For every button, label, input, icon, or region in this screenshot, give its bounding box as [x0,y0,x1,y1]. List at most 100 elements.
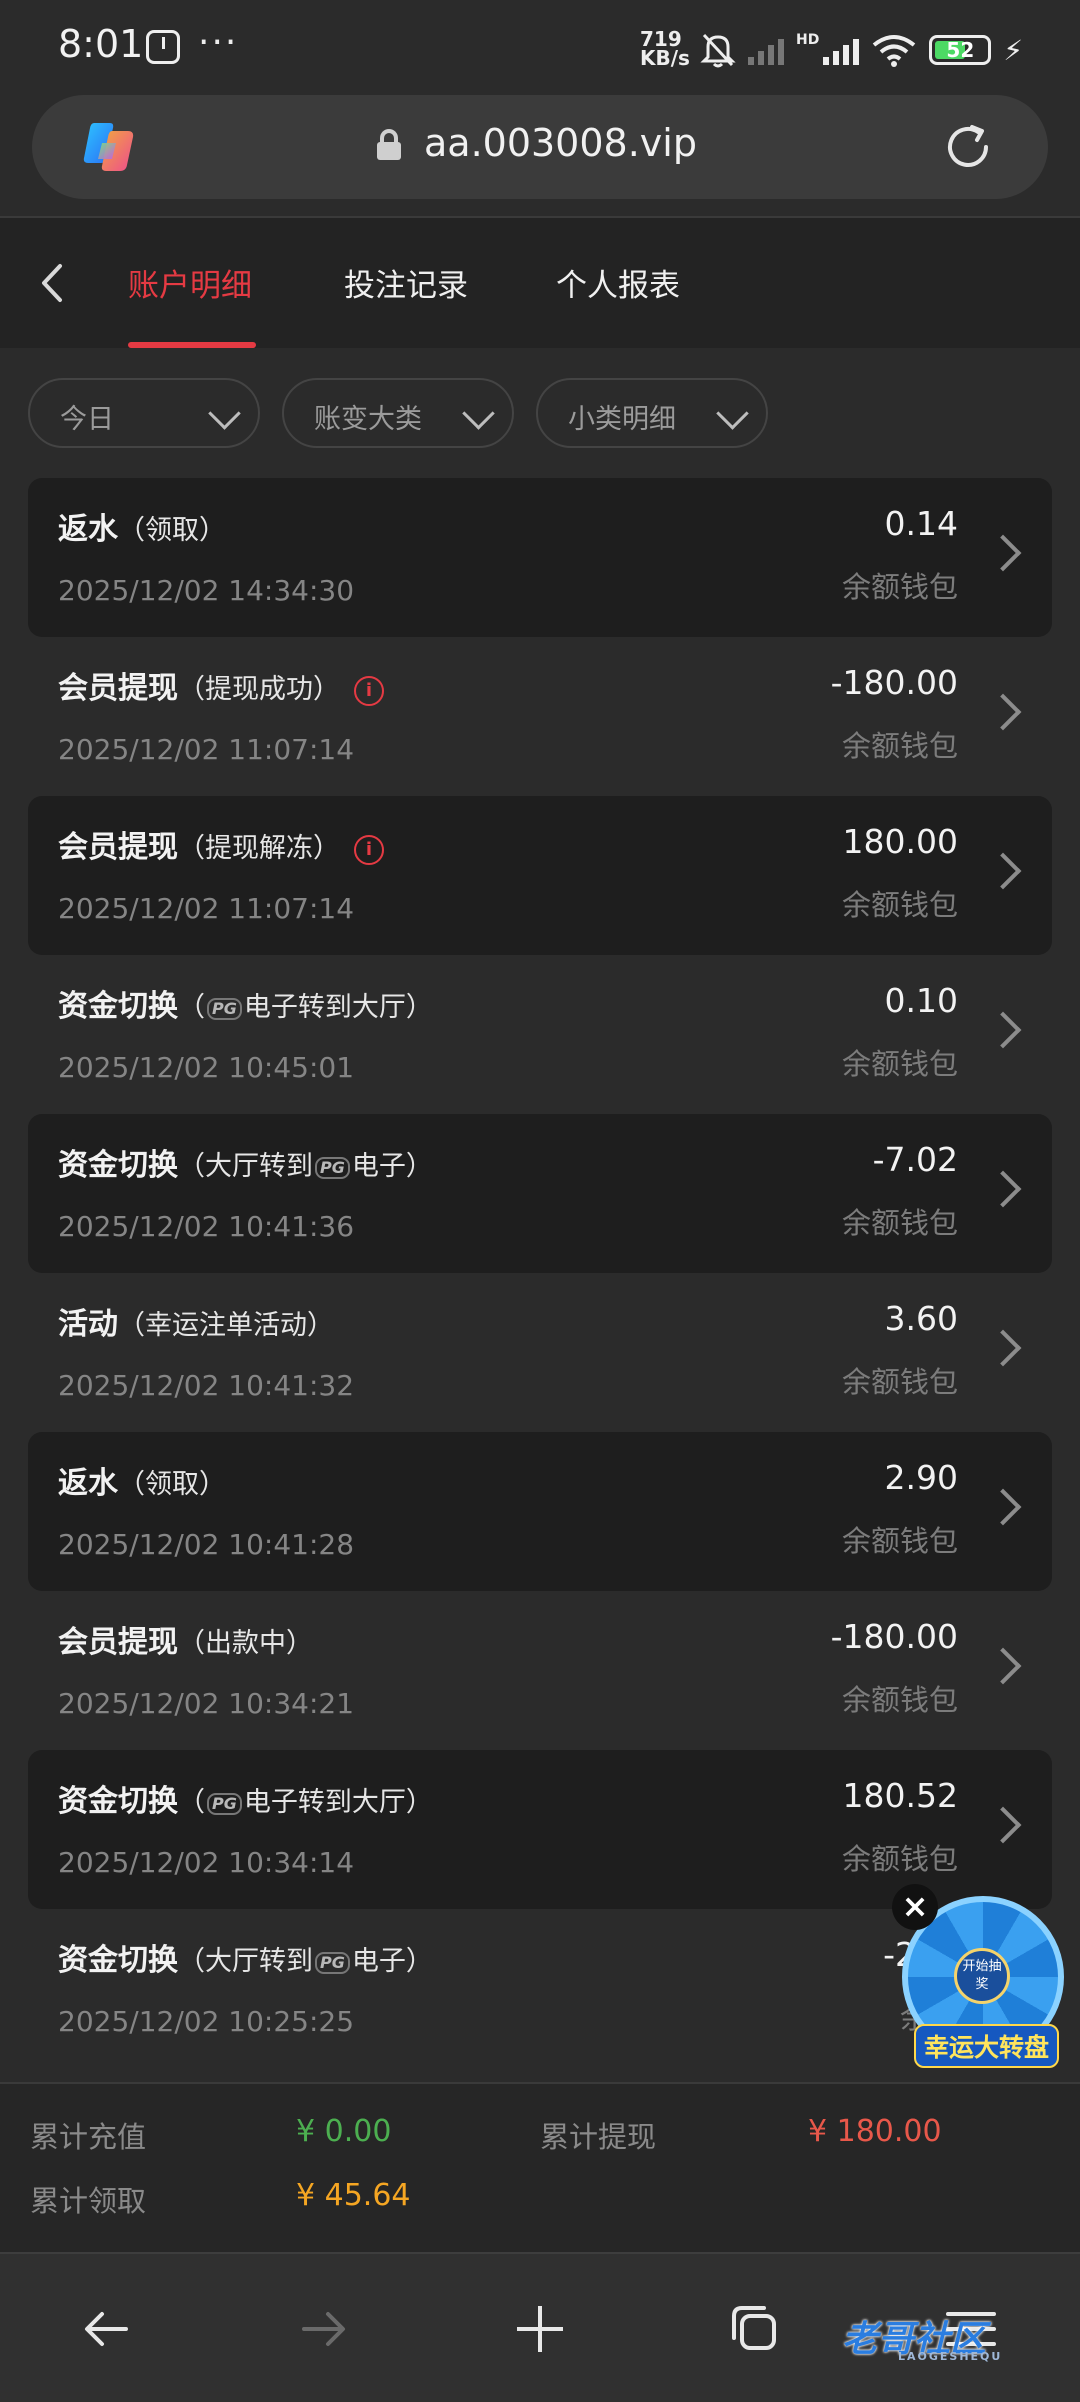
info-icon[interactable]: i [354,676,384,706]
status-bar: 8:01 ··· 719 KB/s HD 52 ⚡ [0,0,1080,95]
transaction-wallet: 余额钱包 [841,729,958,763]
recharge-total-label: 累计充值 [30,2120,147,2154]
watermark-logo: 老哥社区 LAOGESHEQU [842,2310,1000,2363]
reload-icon[interactable] [942,121,994,173]
category-filter-dropdown[interactable]: 账变大类 [282,378,514,448]
transaction-wallet: 余额钱包 [841,888,958,922]
transaction-row[interactable]: 会员提现（提现解冻） i 2025/12/02 11:07:14 180.00 余… [28,796,1052,955]
lucky-wheel-label[interactable]: 幸运大转盘 [914,2024,1060,2068]
withdraw-total-label: 累计提现 [540,2120,657,2154]
category-filter-label: 账变大类 [314,404,422,435]
transaction-row[interactable]: 活动（幸运注单活动） 2025/12/02 10:41:32 3.60 余额钱包 [28,1273,1052,1432]
transaction-subtype-start: （ [178,992,205,1023]
pg-logo-icon: PG [207,998,242,1020]
transaction-time: 2025/12/02 10:41:32 [58,1369,355,1402]
transaction-time: 2025/12/02 10:45:01 [58,1051,355,1084]
transaction-amount: 3.60 [884,1299,958,1338]
network-speed: 719 KB/s [640,29,690,70]
transaction-type: 返水 [58,512,118,547]
wheel-start-button[interactable]: 开始抽奖 [954,1948,1010,2004]
lucky-wheel-popup[interactable]: 开始抽奖 幸运大转盘 × [892,1884,1072,2070]
forward-arrow-icon[interactable] [288,2294,358,2364]
transaction-subtype: （提现解冻） [178,833,340,864]
back-chevron-icon[interactable] [32,258,72,308]
filter-bar: 今日 账变大类 小类明细 [0,348,1080,468]
transaction-subtype-start: （大厅转到 [178,1946,313,1977]
tab-bar: 账户明细 投注记录 个人报表 [0,218,1080,348]
chevron-right-icon [984,852,1022,890]
transaction-time: 2025/12/02 10:34:14 [58,1846,355,1879]
transaction-wallet: 余额钱包 [841,1206,958,1240]
transaction-amount: -7.02 [872,1140,958,1179]
transaction-row[interactable]: 会员提现（出款中） 2025/12/02 10:34:21 -180.00 余额… [28,1591,1052,1750]
chevron-right-icon [984,1329,1022,1367]
claim-total-value: ¥ 45.64 [296,2178,411,2213]
chevron-down-icon [716,397,749,430]
transaction-type: 资金切换 [58,1943,178,1978]
chevron-down-icon [462,397,495,430]
transaction-row[interactable]: 资金切换（ PG 电子转到大厅） 2025/12/02 10:45:01 0.10 … [28,955,1052,1114]
chevron-right-icon [984,534,1022,572]
transaction-amount: 0.14 [884,504,958,543]
transaction-amount: 180.00 [842,822,958,861]
hd-label: HD [796,32,820,48]
transaction-type: 会员提现 [58,830,178,865]
transaction-wallet: 余额钱包 [841,1524,958,1558]
claim-total-label: 累计领取 [30,2184,147,2218]
transaction-type: 会员提现 [58,671,178,706]
subcategory-filter-label: 小类明细 [568,404,676,435]
battery-icon: 52 [929,35,992,65]
transaction-subtype-start: （大厅转到 [178,1151,313,1182]
transaction-type: 资金切换 [58,1784,178,1819]
address-bar[interactable]: aa.003008.vip [32,95,1048,199]
wifi-icon [873,35,916,67]
transaction-wallet: 余额钱包 [841,570,958,604]
subcategory-filter-dropdown[interactable]: 小类明细 [536,378,768,448]
tab-account-details[interactable]: 账户明细 [128,260,252,305]
charging-bolt-icon: ⚡ [1003,33,1024,67]
copilot-logo-icon[interactable] [80,119,140,175]
info-icon[interactable]: i [354,835,384,865]
chevron-right-icon [984,1806,1022,1844]
recharge-total-value: ¥ 0.00 [296,2114,392,2149]
transaction-type: 会员提现 [58,1625,178,1660]
transaction-row[interactable]: 资金切换（大厅转到 PG 电子） 2025/12/02 10:41:36 -7.02… [28,1114,1052,1273]
close-icon[interactable]: × [892,1884,938,1930]
chevron-right-icon [984,1647,1022,1685]
transaction-type: 资金切换 [58,1148,178,1183]
clock-icon [146,30,180,64]
date-filter-label: 今日 [60,404,114,435]
transaction-wallet: 余额钱包 [841,1842,958,1876]
status-icons: HD 52 ⚡ [700,30,1023,70]
watermark-subtext: LAOGESHEQU [898,2350,1003,2363]
speed-unit: KB/s [640,46,690,70]
status-time: 8:01 [58,22,144,66]
signal-off-icon [748,35,784,65]
transaction-time: 2025/12/02 14:34:30 [58,574,355,607]
battery-level: 52 [946,38,975,62]
chevron-right-icon [984,1011,1022,1049]
mute-bell-icon [700,33,736,68]
tab-personal-report[interactable]: 个人报表 [556,260,680,305]
tabs-icon[interactable] [720,2294,790,2364]
transaction-time: 2025/12/02 10:34:21 [58,1687,355,1720]
date-filter-dropdown[interactable]: 今日 [28,378,260,448]
transaction-wallet: 余额钱包 [841,1365,958,1399]
transaction-type: 返水 [58,1466,118,1501]
transaction-row[interactable]: 资金切换（ PG 电子转到大厅） 2025/12/02 10:34:14 180.5… [28,1750,1052,1909]
signal-icon [823,35,860,65]
chevron-right-icon [984,693,1022,731]
back-arrow-icon[interactable] [72,2294,142,2364]
tab-bet-records[interactable]: 投注记录 [344,260,468,305]
transaction-row[interactable]: 返水（领取） 2025/12/02 14:34:30 0.14 余额钱包 [28,478,1052,637]
transaction-subtype: （出款中） [178,1628,313,1659]
pg-logo-icon: PG [315,1952,350,1974]
transaction-row[interactable]: 会员提现（提现成功） i 2025/12/02 11:07:14 -180.00 … [28,637,1052,796]
more-dots-icon: ··· [198,22,239,63]
transaction-row[interactable]: 返水（领取） 2025/12/02 10:41:28 2.90 余额钱包 [28,1432,1052,1591]
transaction-subtype-end: 电子） [351,1946,433,1977]
url-text[interactable]: aa.003008.vip [424,121,697,165]
transaction-subtype-start: （ [178,1787,205,1818]
new-tab-plus-icon[interactable] [505,2294,575,2364]
transaction-list: 返水（领取） 2025/12/02 14:34:30 0.14 余额钱包 会员提… [28,478,1052,2068]
